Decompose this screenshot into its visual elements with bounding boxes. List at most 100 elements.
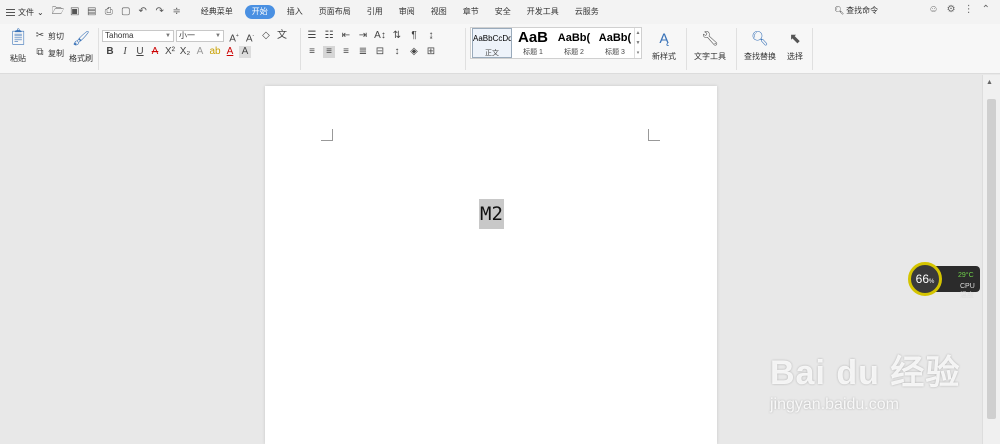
superscript-icon[interactable]: X²	[164, 46, 176, 58]
find-replace-button[interactable]: 🔍︎ 查找替换	[740, 29, 780, 62]
style-heading-1[interactable]: AaB 标题 1	[514, 28, 552, 58]
cut-button[interactable]: ✂ 剪切	[34, 30, 64, 42]
tab-view[interactable]: 视图	[423, 0, 455, 24]
bold-icon[interactable]: B	[104, 46, 116, 58]
print-icon[interactable]: ⎙	[103, 6, 115, 18]
tab-developer[interactable]: 开发工具	[519, 0, 567, 24]
align-right-icon[interactable]: ≡	[340, 46, 352, 58]
save-icon[interactable]: ▣	[69, 6, 81, 18]
phonetic-icon[interactable]: 文	[276, 30, 288, 42]
open-folder-icon[interactable]: 🗁	[52, 6, 64, 18]
char-shading-icon[interactable]: A	[239, 46, 251, 58]
tab-security[interactable]: 安全	[487, 0, 519, 24]
border-icon[interactable]: ⊞	[425, 46, 437, 58]
bullet-list-icon[interactable]: ☰	[306, 30, 318, 42]
style-sample: AaBb(	[557, 32, 591, 44]
search-command[interactable]: 🔍︎ 查找命令	[834, 5, 878, 16]
tab-insert[interactable]: 插入	[279, 0, 311, 24]
tab-references[interactable]: 引用	[359, 0, 391, 24]
numbered-list-icon[interactable]: ☷	[323, 30, 335, 42]
divider	[812, 28, 813, 70]
scrollbar-thumb[interactable]	[987, 99, 996, 419]
save-as-icon[interactable]: ▤	[86, 6, 98, 18]
find-replace-label: 查找替换	[744, 52, 776, 61]
cpu-temperature: 29°C	[958, 272, 974, 279]
tab-section[interactable]: 章节	[455, 0, 487, 24]
cpu-widget[interactable]: 29°C CPU温度 66%	[908, 262, 980, 299]
margin-marker	[321, 129, 333, 141]
selected-text[interactable]: M2	[479, 199, 504, 229]
new-style-button[interactable]: Ą 新样式	[648, 29, 680, 62]
customize-icon[interactable]: ≑	[171, 6, 183, 18]
style-name: 标题 3	[605, 49, 625, 56]
redo-icon[interactable]: ↷	[154, 6, 166, 18]
strikethrough-icon[interactable]: A	[149, 46, 161, 58]
increase-indent-icon[interactable]: ⇥	[357, 30, 369, 42]
tab-home[interactable]: 开始	[244, 5, 275, 19]
divider	[465, 28, 466, 70]
print-preview-icon[interactable]: ▢	[120, 6, 132, 18]
divider	[98, 28, 99, 70]
undo-icon[interactable]: ↶	[137, 6, 149, 18]
style-normal[interactable]: AaBbCcDd 正文	[472, 28, 512, 58]
search-icon: 🔍︎	[834, 6, 845, 15]
subscript-icon[interactable]: X₂	[179, 46, 191, 58]
style-heading-2[interactable]: AaBb( 标题 2	[554, 28, 594, 58]
more-icon[interactable]: ⋮	[964, 4, 974, 15]
shading-icon[interactable]: ◈	[408, 46, 420, 58]
file-menu[interactable]: 文件 ⌄	[6, 7, 44, 18]
decrease-indent-icon[interactable]: ⇤	[340, 30, 352, 42]
justify-icon[interactable]: ≣	[357, 46, 369, 58]
text-direction-icon[interactable]: A↕	[374, 30, 386, 42]
vertical-scrollbar[interactable]: ▲	[982, 75, 1000, 444]
align-left-icon[interactable]: ≡	[306, 46, 318, 58]
paste-button[interactable]: 📋︎ 粘贴	[8, 29, 28, 64]
font-name-value: Tahoma	[105, 31, 134, 40]
copy-button[interactable]: ⧉ 复制	[34, 47, 64, 59]
feedback-icon[interactable]: ☺	[928, 4, 938, 15]
cpu-usage-value: 66	[915, 272, 929, 286]
chevron-down-icon: ⌄	[37, 7, 44, 17]
divider	[686, 28, 687, 70]
underline-icon[interactable]: U	[134, 46, 146, 58]
line-spacing-icon[interactable]: ↕	[391, 46, 403, 58]
scroll-up-icon[interactable]: ▲	[986, 79, 993, 86]
style-name: 标题 2	[564, 49, 584, 56]
text-tools-button[interactable]: 🔧︎ 文字工具	[690, 29, 730, 62]
menu-bar: 文件 ⌄ 🗁 ▣ ▤ ⎙ ▢ ↶ ↷ ≑ 经典菜单 开始 插入 页面布局 引用 …	[0, 0, 1000, 24]
italic-icon[interactable]: I	[119, 46, 131, 58]
text-tools-label: 文字工具	[694, 52, 726, 61]
text-effect-icon[interactable]: A	[194, 46, 206, 58]
grow-font-icon[interactable]: A+	[228, 30, 240, 44]
tab-review[interactable]: 审阅	[391, 0, 423, 24]
align-center-icon[interactable]: ≡	[323, 46, 335, 58]
styles-scroll[interactable]: ▲ ▼ ▾	[634, 28, 641, 58]
font-color-icon[interactable]: A	[224, 46, 236, 58]
format-painter-label: 格式刷	[69, 54, 93, 63]
highlight-icon[interactable]: ab	[209, 46, 221, 58]
sort-icon[interactable]: ⇅	[391, 30, 403, 42]
tab-classic-menu[interactable]: 经典菜单	[193, 0, 241, 24]
margin-marker	[648, 129, 660, 141]
paste-icon: 📋︎	[8, 29, 29, 46]
gear-icon[interactable]: ⚙	[947, 4, 956, 15]
show-marks-icon[interactable]: ¶	[408, 30, 420, 42]
ribbon-tabs: 经典菜单 开始 插入 页面布局 引用 审阅 视图 章节 安全 开发工具 云服务	[193, 0, 607, 24]
font-name-select[interactable]: Tahoma ▼	[102, 30, 174, 42]
clear-format-icon[interactable]: ◇	[260, 30, 272, 42]
collapse-icon[interactable]: ⌃	[982, 4, 990, 15]
font-size-select[interactable]: 小一 ▼	[176, 30, 224, 42]
line-spacing-icon[interactable]: ↨	[425, 30, 437, 42]
cpu-usage-ring: 66%	[908, 262, 942, 296]
style-heading-3[interactable]: AaBb( 标题 3	[596, 28, 634, 58]
tab-cloud[interactable]: 云服务	[567, 0, 607, 24]
format-painter-button[interactable]: 🖌︎ 格式刷	[68, 29, 94, 64]
window-controls: ☺ ⚙ ⋮ ⌃	[928, 4, 990, 15]
cpu-usage-unit: %	[929, 279, 935, 285]
shrink-font-icon[interactable]: A-	[244, 30, 256, 44]
distributed-icon[interactable]: ⊟	[374, 46, 386, 58]
document-page[interactable]: M2	[265, 86, 717, 444]
select-button[interactable]: ⬉ 选择	[782, 29, 808, 62]
cpu-label: CPU温度	[960, 283, 975, 299]
tab-page-layout[interactable]: 页面布局	[311, 0, 359, 24]
